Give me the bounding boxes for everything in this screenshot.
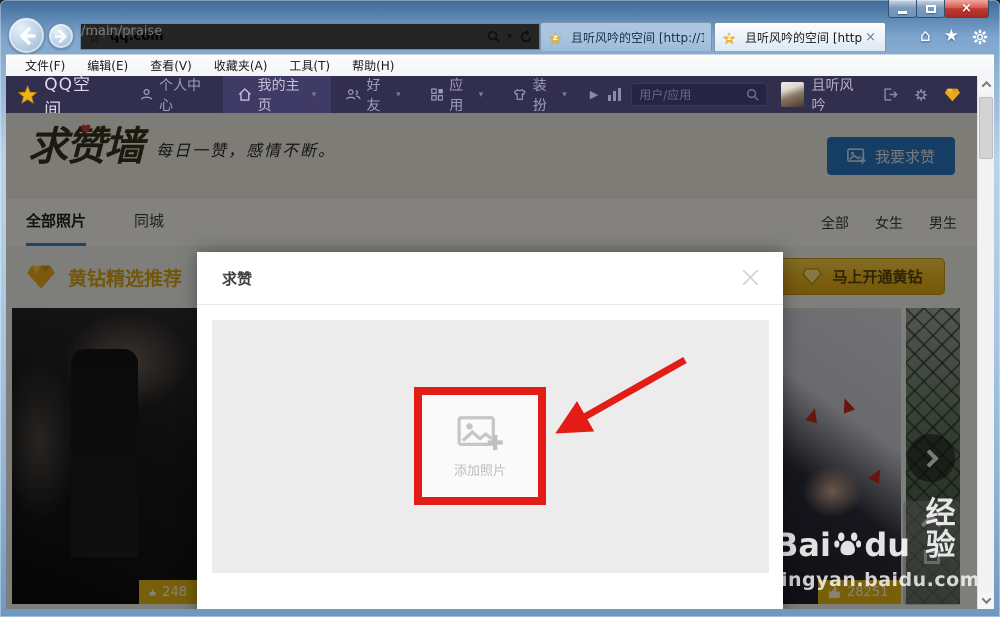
nav-decorate[interactable]: 装扮 ▾ [498, 76, 582, 113]
tab-bar: ★z 且听风吟的空间 [http://1... ★z 且听风吟的空间 [http… [540, 22, 884, 51]
page-scrollbar[interactable] [977, 76, 994, 609]
baidu-paw-icon [834, 527, 861, 561]
url-text: http://rc.qzone.qq.com/main/praise [110, 29, 487, 44]
modal-close-icon[interactable]: × [738, 263, 763, 293]
person-icon [140, 87, 153, 102]
maximize-icon [926, 5, 936, 13]
logout-icon[interactable] [883, 87, 898, 102]
minimize-icon [898, 11, 907, 14]
home-icon [238, 87, 252, 102]
nav-apps[interactable]: 应用 ▾ [416, 76, 499, 113]
tab-favicon: ★z [548, 29, 565, 46]
tab-favicon: ★z [722, 29, 739, 46]
home-icon[interactable]: ⌂ [920, 28, 931, 45]
browser-chrome: ★ z http://rc.qzone.qq.com/main/praise ▾… [6, 20, 994, 54]
search-input[interactable] [639, 88, 746, 102]
chevron-down-icon: ▾ [396, 90, 401, 100]
stats-bars-icon[interactable] [608, 88, 621, 101]
chevron-down-icon: ▾ [479, 90, 484, 100]
settings-gear-icon[interactable] [914, 87, 928, 103]
window-controls: × [889, 0, 989, 18]
nav-my-homepage[interactable]: 我的主页 ▾ [223, 76, 331, 113]
menu-tools[interactable]: 工具(T) [278, 57, 341, 74]
address-bar[interactable]: ★ z http://rc.qzone.qq.com/main/praise ▾ [80, 23, 540, 50]
nav-friends[interactable]: 好友 ▾ [331, 76, 415, 113]
nav-personal-center[interactable]: 个人中心 [125, 76, 223, 113]
chevron-down-icon: ▾ [562, 90, 567, 100]
tab-qzone-2-active[interactable]: ★z 且听风吟的空间 [http:/... × [714, 22, 886, 51]
chevron-down-icon [981, 594, 991, 604]
favorites-star-icon[interactable]: ★ [944, 28, 959, 45]
qzone-navbar: QQ空间 个人中心 我的主页 ▾ 好友 ▾ [6, 76, 977, 113]
tshirt-icon [513, 87, 526, 102]
page-content: QQ空间 个人中心 我的主页 ▾ 好友 ▾ [6, 76, 977, 609]
add-photo-label: 添加照片 [454, 460, 506, 479]
tab-qzone-1[interactable]: ★z 且听风吟的空间 [http://1... [540, 22, 712, 51]
maximize-button[interactable] [916, 0, 945, 18]
modal-title: 求赞 [222, 268, 738, 289]
yellow-diamond-icon[interactable] [944, 87, 961, 103]
minimize-button[interactable] [888, 0, 917, 18]
tab-close-icon[interactable]: × [863, 30, 878, 45]
baidu-jingyan-watermark: Bai du 经验 jingyan.baidu.com [774, 498, 966, 591]
back-button[interactable] [8, 17, 45, 54]
close-button[interactable]: × [944, 0, 989, 18]
friends-icon [346, 87, 360, 102]
praise-modal: 求赞 × 添加照片 [197, 252, 783, 609]
menu-file[interactable]: 文件(F) [14, 57, 76, 74]
menu-edit[interactable]: 编辑(E) [76, 57, 139, 74]
menu-help[interactable]: 帮助(H) [341, 57, 405, 74]
scrollbar-thumb[interactable] [979, 97, 993, 159]
settings-gear-icon[interactable] [972, 29, 988, 45]
scroll-down-button[interactable] [978, 592, 994, 609]
scrollbar-track[interactable] [978, 93, 994, 592]
add-photo-button[interactable]: 添加照片 [422, 395, 538, 497]
username-label[interactable]: 且听风吟 [812, 76, 862, 115]
search-icon[interactable] [746, 88, 759, 101]
close-icon: × [961, 2, 972, 15]
qzone-star-logo-icon [18, 84, 37, 106]
chevron-up-icon [981, 81, 991, 91]
forward-arrow-icon [54, 29, 69, 44]
player-play-icon[interactable]: ▶ [590, 88, 598, 101]
nav-search-box[interactable] [631, 83, 767, 106]
add-photo-icon [457, 414, 503, 452]
user-avatar[interactable] [781, 82, 803, 107]
back-arrow-icon [17, 26, 37, 46]
chevron-down-icon: ▾ [312, 90, 317, 100]
page-viewport: QQ空间 个人中心 我的主页 ▾ 好友 ▾ [6, 76, 994, 609]
apps-grid-icon [431, 87, 444, 102]
forward-button[interactable] [48, 23, 74, 49]
scroll-up-button[interactable] [978, 76, 994, 93]
menu-favorites[interactable]: 收藏夹(A) [203, 57, 279, 74]
annotation-highlight-box: 添加照片 [414, 387, 546, 505]
menu-bar: 文件(F) 编辑(E) 查看(V) 收藏夹(A) 工具(T) 帮助(H) [6, 54, 994, 76]
chrome-action-icons: ⌂ ★ [920, 28, 988, 45]
browser-window: × ★ z http://rc.qzone.qq.com/main/praise… [0, 0, 1000, 617]
menu-view[interactable]: 查看(V) [139, 57, 203, 74]
modal-header: 求赞 × [197, 252, 783, 305]
